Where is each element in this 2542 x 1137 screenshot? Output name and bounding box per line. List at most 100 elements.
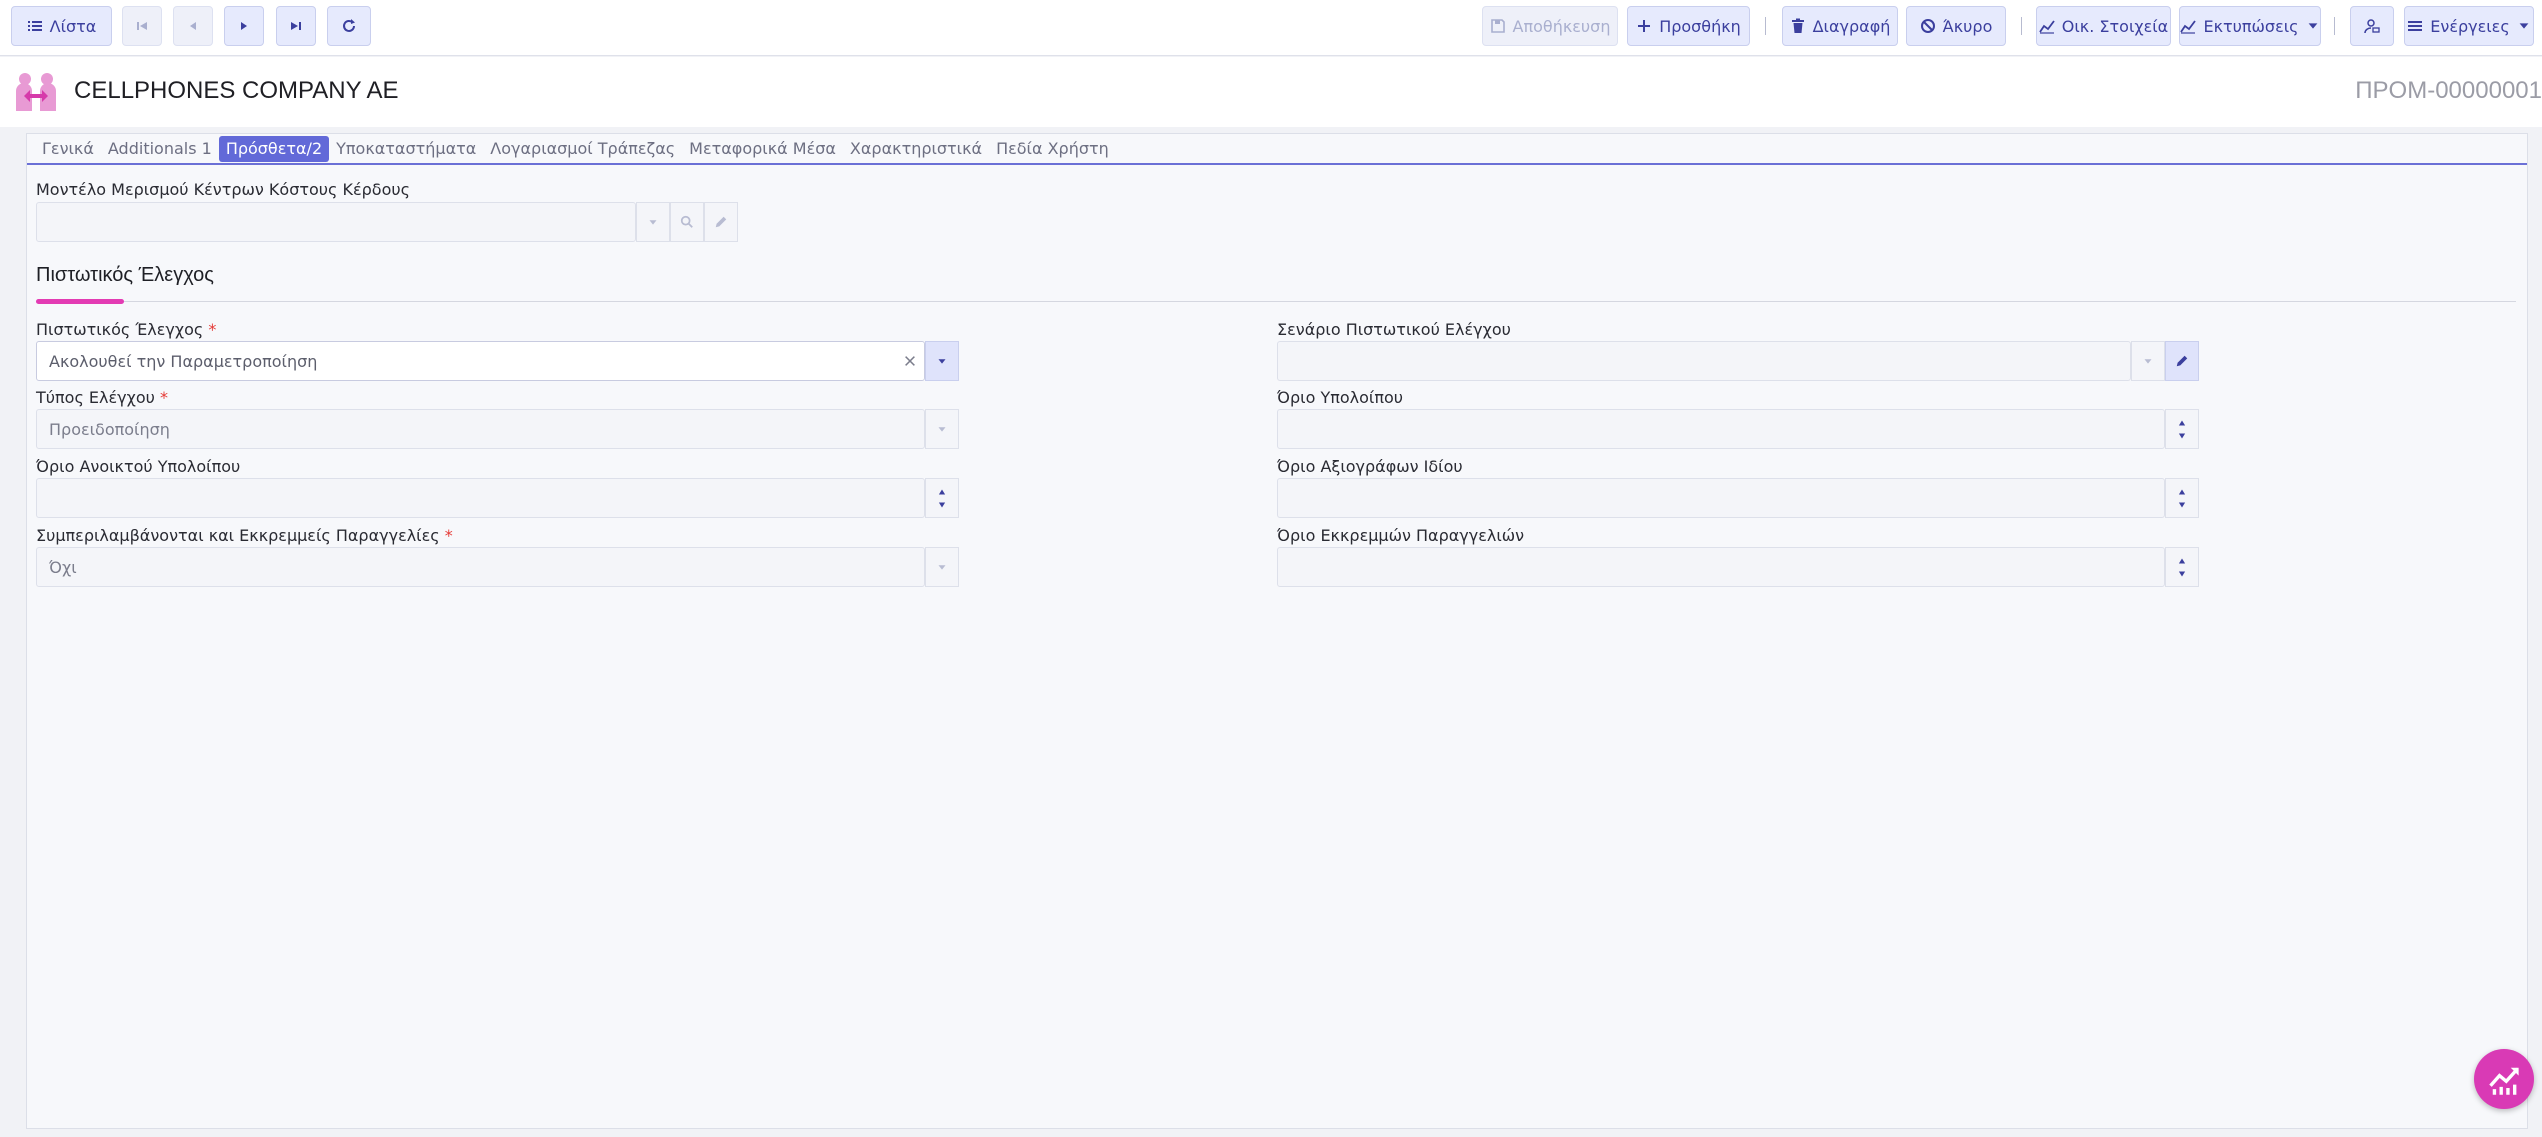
balance-limit-stepper[interactable] xyxy=(2165,409,2199,449)
trending-chart-icon xyxy=(2489,1067,2519,1095)
next-record-button[interactable] xyxy=(224,6,264,46)
refresh-button[interactable] xyxy=(327,6,371,46)
pending-orders-value: Όχι xyxy=(49,557,77,577)
user-settings-button[interactable] xyxy=(2350,6,2394,46)
own-securities-limit-stepper[interactable] xyxy=(2165,478,2199,518)
open-balance-limit-input[interactable] xyxy=(36,478,925,518)
section-accent-bar xyxy=(36,299,124,304)
pending-orders-label-text: Συμπεριλαμβάνονται και Εκκρεμμείς Παραγγ… xyxy=(36,526,440,545)
line-chart-icon xyxy=(2039,20,2055,34)
skip-first-icon xyxy=(137,22,147,30)
trash-icon xyxy=(1791,18,1804,33)
pending-orders-limit-stepper[interactable] xyxy=(2165,547,2199,587)
credit-check-dropdown-button[interactable] xyxy=(925,341,959,381)
tab-characteristics[interactable]: Χαρακτηριστικά xyxy=(843,136,989,162)
open-balance-limit-stepper[interactable] xyxy=(925,478,959,518)
toolbar-separator xyxy=(2021,17,2022,35)
prints-dropdown-button[interactable]: Εκτυπώσεις xyxy=(2179,6,2321,46)
skip-last-icon xyxy=(291,22,301,30)
control-type-dropdown-button[interactable] xyxy=(925,409,959,449)
caret-down-icon xyxy=(938,502,946,507)
pending-orders-dropdown-button[interactable] xyxy=(925,547,959,587)
first-record-button[interactable] xyxy=(122,6,162,46)
cancel-button[interactable]: Άκυρο xyxy=(1906,6,2006,46)
user-cog-icon xyxy=(2364,19,2380,34)
delete-button[interactable]: Διαγραφή xyxy=(1782,6,1898,46)
credit-check-label-text: Πιστωτικός Έλεγχος xyxy=(36,320,204,339)
previous-record-button[interactable] xyxy=(173,6,213,46)
cost-model-search-button[interactable] xyxy=(670,202,704,242)
own-securities-limit-label: Όριο Αξιογράφων Ιδίου xyxy=(1277,457,1463,476)
credit-check-label: Πιστωτικός Έλεγχος * xyxy=(36,320,216,339)
refresh-icon xyxy=(343,19,355,32)
hamburger-icon xyxy=(2408,21,2423,31)
add-button[interactable]: Προσθήκη xyxy=(1627,6,1750,46)
own-securities-limit-input[interactable] xyxy=(1277,478,2165,518)
analytics-fab-button[interactable] xyxy=(2474,1049,2534,1109)
play-left-icon xyxy=(190,22,196,30)
scenario-label: Σενάριο Πιστωτικού Ελέγχου xyxy=(1277,320,1511,339)
tab-additionals-2[interactable]: Πρόσθετα/2 xyxy=(218,136,330,162)
pencil-icon xyxy=(715,216,727,228)
cost-model-dropdown-button[interactable] xyxy=(636,202,670,242)
clear-icon[interactable] xyxy=(896,341,924,381)
plus-icon xyxy=(1638,20,1651,32)
caret-up-icon xyxy=(2178,558,2186,563)
caret-up-icon xyxy=(938,489,946,494)
search-icon xyxy=(680,215,693,228)
section-title: Πιστωτικός Έλεγχος xyxy=(36,264,214,286)
control-type-value: Προειδοποίηση xyxy=(49,419,170,439)
control-type-label-text: Τύπος Ελέγχου xyxy=(36,388,155,407)
handshake-logo-icon xyxy=(14,71,58,113)
company-name: CELLPHONES COMPANY AE xyxy=(74,77,399,104)
tab-branches[interactable]: Υποκαταστήματα xyxy=(329,136,483,162)
tab-additionals-1[interactable]: Additionals 1 xyxy=(101,136,219,162)
scenario-input[interactable] xyxy=(1277,341,2131,381)
financials-button[interactable]: Οικ. Στοιχεία xyxy=(2036,6,2171,46)
cost-model-input[interactable] xyxy=(36,202,636,242)
form-panel: Γενικά Additionals 1 Πρόσθετα/2 Υποκατασ… xyxy=(26,133,2528,1129)
toolbar-separator xyxy=(2334,17,2335,35)
cost-model-edit-button[interactable] xyxy=(704,202,738,242)
actions-dropdown-button[interactable]: Ενέργειες xyxy=(2404,6,2534,46)
save-button[interactable]: Αποθήκευση xyxy=(1482,6,1618,46)
prints-button-label: Εκτυπώσεις xyxy=(2203,16,2299,36)
tab-bank-accounts[interactable]: Λογαριασμοί Τράπεζας xyxy=(483,136,682,162)
tab-bar: Γενικά Additionals 1 Πρόσθετα/2 Υποκατασ… xyxy=(35,136,1116,164)
record-header: CELLPHONES COMPANY AE ΠΡΟΜ-00000001 xyxy=(0,57,2542,127)
actions-button-label: Ενέργειες xyxy=(2430,16,2510,36)
balance-limit-input[interactable] xyxy=(1277,409,2165,449)
record-code: ΠΡΟΜ-00000001 xyxy=(2355,77,2542,104)
scenario-edit-button[interactable] xyxy=(2165,341,2199,381)
control-type-select[interactable]: Προειδοποίηση xyxy=(36,409,925,449)
pending-orders-limit-label: Όριο Εκκρεμμών Παραγγελιών xyxy=(1277,526,1525,545)
save-button-label: Αποθήκευση xyxy=(1512,16,1611,36)
section-divider xyxy=(36,301,2516,302)
open-balance-limit-label: Όριο Ανοικτού Υπολοίπου xyxy=(36,457,241,476)
add-button-label: Προσθήκη xyxy=(1659,16,1741,36)
tab-vehicles[interactable]: Μεταφορικά Μέσα xyxy=(682,136,843,162)
ban-icon xyxy=(1920,19,1935,33)
required-asterisk: * xyxy=(160,388,169,407)
list-button-label: Λίστα xyxy=(49,16,97,36)
pencil-icon xyxy=(2176,355,2188,367)
credit-check-select[interactable]: Ακολουθεί την Παραμετροποίηση xyxy=(36,341,925,381)
play-right-icon xyxy=(241,22,247,30)
caret-down-icon xyxy=(2178,571,2186,576)
tab-user-fields[interactable]: Πεδία Χρήστη xyxy=(989,136,1116,162)
toolbar-separator xyxy=(1765,17,1766,35)
list-icon xyxy=(27,21,42,31)
caret-down-icon xyxy=(2144,359,2152,364)
list-button[interactable]: Λίστα xyxy=(11,6,112,46)
caret-down-icon xyxy=(2178,433,2186,438)
last-record-button[interactable] xyxy=(276,6,316,46)
tab-general[interactable]: Γενικά xyxy=(35,136,101,162)
caret-down-icon xyxy=(2308,23,2317,29)
pending-orders-limit-input[interactable] xyxy=(1277,547,2165,587)
pending-orders-select[interactable]: Όχι xyxy=(36,547,925,587)
toolbar: Λίστα Αποθήκευση Προσθήκη Διαγραφή Άκυρο… xyxy=(0,0,2542,56)
credit-check-value: Ακολουθεί την Παραμετροποίηση xyxy=(49,351,318,371)
control-type-label: Τύπος Ελέγχου * xyxy=(36,388,168,407)
caret-down-icon xyxy=(649,220,657,225)
scenario-dropdown-button[interactable] xyxy=(2131,341,2165,381)
